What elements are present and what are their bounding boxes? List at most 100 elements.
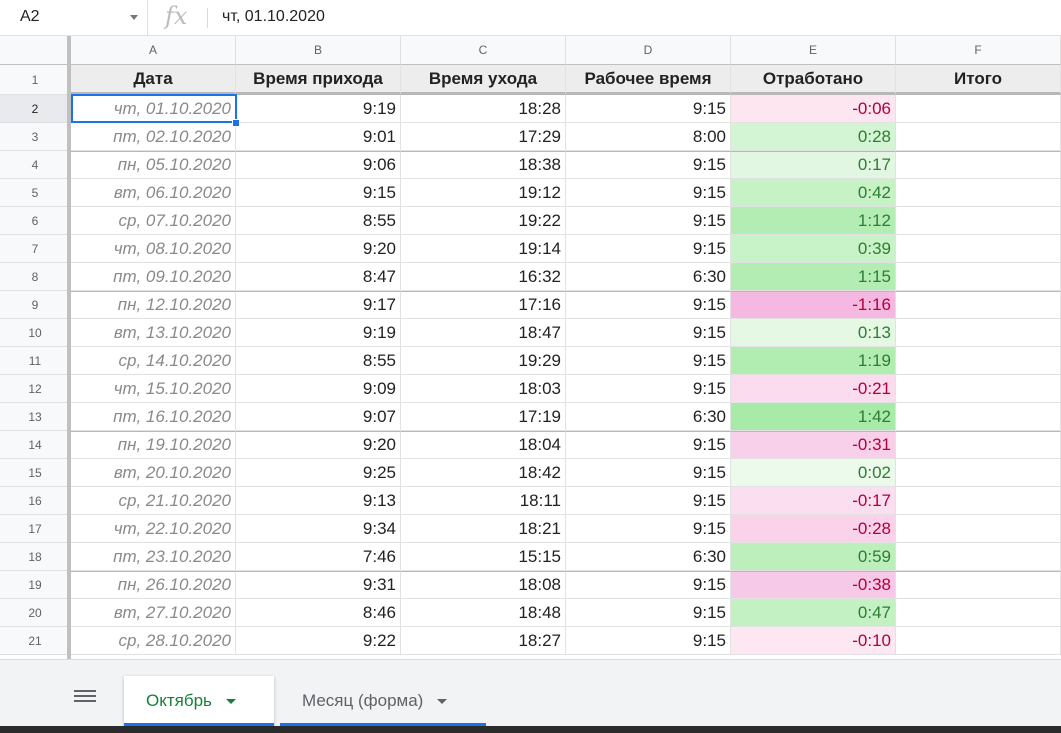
table-cell[interactable]: 18:28 — [401, 95, 566, 123]
table-cell[interactable]: пн, 05.10.2020 — [71, 151, 236, 179]
select-all-corner[interactable] — [0, 36, 71, 65]
table-cell[interactable]: -0:17 — [731, 487, 896, 515]
table-cell[interactable]: 9:15 — [566, 431, 731, 459]
header-cell[interactable]: Время ухода — [401, 65, 566, 95]
empty-cell[interactable] — [896, 459, 1061, 487]
table-cell[interactable]: 8:46 — [236, 599, 401, 627]
chevron-down-icon[interactable] — [225, 699, 236, 705]
empty-cell[interactable] — [896, 207, 1061, 235]
table-cell[interactable]: 19:14 — [401, 235, 566, 263]
table-cell[interactable]: 9:15 — [566, 459, 731, 487]
table-cell[interactable]: вт, 27.10.2020 — [71, 599, 236, 627]
table-cell[interactable]: 9:15 — [566, 571, 731, 599]
table-cell[interactable]: 6:30 — [566, 263, 731, 291]
row-header[interactable]: 4 — [0, 151, 71, 179]
empty-cell[interactable] — [896, 179, 1061, 207]
table-cell[interactable]: 1:42 — [731, 403, 896, 431]
table-cell[interactable]: 9:20 — [236, 235, 401, 263]
table-cell[interactable]: -1:16 — [731, 291, 896, 319]
table-cell[interactable]: 9:15 — [566, 319, 731, 347]
empty-cell[interactable] — [896, 151, 1061, 179]
table-cell[interactable]: 8:00 — [566, 123, 731, 151]
table-cell[interactable]: 18:48 — [401, 599, 566, 627]
table-cell[interactable]: 16:32 — [401, 263, 566, 291]
table-cell[interactable]: 8:55 — [236, 347, 401, 375]
empty-cell[interactable] — [896, 599, 1061, 627]
table-cell[interactable]: 6:30 — [566, 543, 731, 571]
table-cell[interactable]: 9:15 — [566, 291, 731, 319]
table-cell[interactable]: пт, 16.10.2020 — [71, 403, 236, 431]
table-cell[interactable]: 9:15 — [566, 179, 731, 207]
table-cell[interactable]: 9:15 — [566, 515, 731, 543]
table-cell[interactable]: 18:42 — [401, 459, 566, 487]
table-cell[interactable]: 9:19 — [236, 319, 401, 347]
table-cell[interactable]: пн, 19.10.2020 — [71, 431, 236, 459]
table-cell[interactable]: 1:15 — [731, 263, 896, 291]
row-header[interactable]: 3 — [0, 123, 71, 151]
row-header[interactable]: 2 — [0, 95, 71, 123]
table-cell[interactable]: 9:15 — [566, 95, 731, 123]
row-header[interactable]: 12 — [0, 375, 71, 403]
table-cell[interactable]: 9:06 — [236, 151, 401, 179]
column-header-e[interactable]: E — [731, 36, 896, 65]
table-cell[interactable]: 18:21 — [401, 515, 566, 543]
empty-cell[interactable] — [896, 431, 1061, 459]
fill-handle[interactable] — [232, 119, 240, 127]
tab-month-form[interactable]: Месяц (форма) — [280, 676, 486, 726]
table-cell[interactable]: 19:12 — [401, 179, 566, 207]
chevron-down-icon[interactable] — [437, 699, 448, 705]
row-header[interactable]: 21 — [0, 627, 71, 655]
table-cell[interactable]: 18:47 — [401, 319, 566, 347]
header-cell[interactable]: Время прихода — [236, 65, 401, 95]
empty-cell[interactable] — [896, 235, 1061, 263]
table-cell[interactable]: 1:12 — [731, 207, 896, 235]
row-header[interactable]: 14 — [0, 431, 71, 459]
table-cell[interactable]: 18:03 — [401, 375, 566, 403]
table-cell[interactable]: ср, 07.10.2020 — [71, 207, 236, 235]
table-cell[interactable]: 9:07 — [236, 403, 401, 431]
frozen-column-divider[interactable] — [67, 36, 71, 659]
chevron-down-icon[interactable] — [130, 15, 138, 20]
list-icon[interactable] — [74, 690, 96, 706]
empty-cell[interactable] — [896, 123, 1061, 151]
table-cell[interactable]: 9:15 — [236, 179, 401, 207]
table-cell[interactable]: 0:28 — [731, 123, 896, 151]
empty-cell[interactable] — [896, 403, 1061, 431]
table-cell[interactable]: 0:13 — [731, 319, 896, 347]
table-cell[interactable]: 9:15 — [566, 347, 731, 375]
empty-cell[interactable] — [896, 375, 1061, 403]
table-cell[interactable]: 8:47 — [236, 263, 401, 291]
table-cell[interactable]: 9:20 — [236, 431, 401, 459]
table-cell[interactable]: 7:46 — [236, 543, 401, 571]
table-cell[interactable]: 18:04 — [401, 431, 566, 459]
table-cell[interactable]: 9:34 — [236, 515, 401, 543]
table-cell[interactable]: -0:28 — [731, 515, 896, 543]
empty-cell[interactable] — [896, 571, 1061, 599]
table-cell[interactable]: ср, 21.10.2020 — [71, 487, 236, 515]
empty-cell[interactable] — [896, 487, 1061, 515]
empty-cell[interactable] — [896, 95, 1061, 123]
table-cell[interactable]: 9:15 — [566, 375, 731, 403]
table-cell[interactable]: 17:19 — [401, 403, 566, 431]
column-header-a[interactable]: A — [71, 36, 236, 65]
table-cell[interactable]: 9:15 — [566, 487, 731, 515]
empty-cell[interactable] — [896, 263, 1061, 291]
table-cell[interactable]: 18:11 — [401, 487, 566, 515]
row-header[interactable]: 11 — [0, 347, 71, 375]
table-cell[interactable]: 9:31 — [236, 571, 401, 599]
name-box[interactable]: A2 — [0, 0, 148, 35]
empty-cell[interactable] — [896, 543, 1061, 571]
table-cell[interactable]: пт, 09.10.2020 — [71, 263, 236, 291]
table-cell[interactable]: 9:15 — [566, 207, 731, 235]
table-cell[interactable]: 9:15 — [566, 599, 731, 627]
table-cell[interactable]: 9:15 — [566, 235, 731, 263]
row-header[interactable]: 10 — [0, 319, 71, 347]
table-cell[interactable]: 1:19 — [731, 347, 896, 375]
table-cell[interactable]: 18:38 — [401, 151, 566, 179]
column-header-c[interactable]: C — [401, 36, 566, 65]
table-cell[interactable]: чт, 01.10.2020 — [71, 95, 236, 123]
tab-october[interactable]: Октябрь — [124, 676, 274, 726]
table-cell[interactable]: вт, 13.10.2020 — [71, 319, 236, 347]
table-cell[interactable]: 19:22 — [401, 207, 566, 235]
row-header[interactable]: 1 — [0, 65, 71, 95]
